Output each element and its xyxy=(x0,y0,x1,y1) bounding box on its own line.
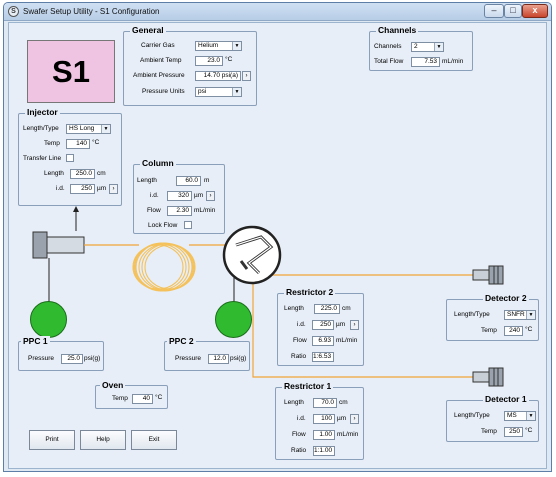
oven-temp-field[interactable]: 40 xyxy=(132,394,153,404)
detector-2-temp-field[interactable]: 240 xyxy=(504,326,523,336)
window-title: Swafer Setup Utility - S1 Configuration xyxy=(23,7,160,16)
detector-2-connector-icon xyxy=(472,265,504,285)
main-panel: S1 General Carrier Gas Helium ▼ Ambient T… xyxy=(8,22,547,469)
close-button[interactable]: x xyxy=(522,4,548,18)
ppc-1-title: PPC 1 xyxy=(21,336,50,346)
detector-1-temp-label: Temp xyxy=(481,428,497,435)
detector-1-length-type-value: MS xyxy=(507,412,517,419)
restrictor-2-id-field[interactable]: 250 xyxy=(312,320,334,330)
restrictor-1-length-unit: cm xyxy=(339,399,348,406)
restrictor-2-group: Restrictor 2 Length 225.0 cm i.d. 250 µm… xyxy=(277,287,364,366)
ppc-1-pressure-unit: psi(g) xyxy=(84,355,101,362)
chevron-down-icon: ▼ xyxy=(526,412,535,420)
detector-2-length-type-select[interactable]: SNFR ▼ xyxy=(504,310,536,320)
restrictor-1-title: Restrictor 1 xyxy=(282,381,334,391)
restrictor-2-ratio-label: Ratio xyxy=(291,353,307,360)
oven-group: Oven Temp 40 °C xyxy=(95,380,168,409)
detector-2-length-type-value: SNFR xyxy=(507,311,525,318)
restrictor-2-length-unit: cm xyxy=(342,305,351,312)
ppc-1-pressure-field[interactable]: 25.0 xyxy=(61,354,83,364)
restrictor-2-id-arrow-icon[interactable]: › xyxy=(350,320,359,330)
help-button[interactable]: Help xyxy=(80,430,126,450)
ppc-1-pressure-label: Pressure xyxy=(28,355,55,362)
title-bar: S Swafer Setup Utility - S1 Configuratio… xyxy=(4,3,551,21)
splitter-icon xyxy=(222,225,282,285)
oven-temp-label: Temp xyxy=(112,395,128,402)
restrictor-2-title: Restrictor 2 xyxy=(284,287,336,297)
detector-2-temp-unit: °C xyxy=(525,326,533,333)
restrictor-2-flow-label: Flow xyxy=(293,337,307,344)
restrictor-1-flow-field[interactable]: 1.00 xyxy=(313,430,335,440)
ppc-2-title: PPC 2 xyxy=(167,336,196,346)
detector-2-temp-label: Temp xyxy=(481,327,497,334)
detector-1-group: Detector 1 Length/Type MS ▼ Temp 250 °C xyxy=(446,394,539,442)
restrictor-2-id-label: i.d. xyxy=(297,321,306,328)
restrictor-1-id-arrow-icon[interactable]: › xyxy=(350,414,359,424)
detector-1-length-type-select[interactable]: MS ▼ xyxy=(504,411,536,421)
restrictor-1-id-label: i.d. xyxy=(297,415,306,422)
detector-2-title: Detector 2 xyxy=(483,293,529,303)
detector-2-length-type-label: Length/Type xyxy=(454,311,490,318)
restrictor-1-length-label: Length xyxy=(284,399,304,406)
restrictor-1-flow-label: Flow xyxy=(292,431,306,438)
restrictor-1-ratio-label: Ratio xyxy=(291,447,307,454)
exit-button[interactable]: Exit xyxy=(131,430,177,450)
chevron-down-icon: ▼ xyxy=(526,311,535,319)
app-window: S Swafer Setup Utility - S1 Configuratio… xyxy=(3,2,552,472)
detector-1-temp-unit: °C xyxy=(525,427,533,434)
ppc-1-group: PPC 1 Pressure 25.0 psi(g) xyxy=(18,336,104,371)
minimize-button[interactable]: – xyxy=(484,4,504,18)
detector-2-group: Detector 2 Length/Type SNFR ▼ Temp 240 °C xyxy=(446,293,539,341)
detector-1-temp-field[interactable]: 250 xyxy=(504,427,523,437)
restrictor-2-id-unit: µm xyxy=(336,321,346,328)
injector-port-icon xyxy=(32,231,85,259)
app-icon: S xyxy=(8,6,19,17)
restrictor-2-ratio-field: 1:6.53 xyxy=(312,352,334,362)
ppc-2-group: PPC 2 Pressure 12.0 psi(g) xyxy=(164,336,250,371)
oven-title: Oven xyxy=(100,380,126,390)
restrictor-2-flow-unit: mL/min xyxy=(336,337,358,344)
restrictor-1-id-field[interactable]: 100 xyxy=(313,414,335,424)
restrictor-1-id-unit: µm xyxy=(337,415,347,422)
restrictor-1-ratio-field: 1:1.00 xyxy=(313,446,335,456)
restrictor-1-flow-unit: mL/min xyxy=(337,431,359,438)
detector-1-length-type-label: Length/Type xyxy=(454,412,490,419)
ppc-2-pressure-unit: psi(g) xyxy=(230,355,247,362)
restrictor-2-flow-field[interactable]: 6.93 xyxy=(312,336,334,346)
restrictor-1-group: Restrictor 1 Length 70.0 cm i.d. 100 µm … xyxy=(275,381,364,460)
ppc-1-icon[interactable] xyxy=(30,301,67,338)
ppc-2-pressure-label: Pressure xyxy=(175,355,202,362)
restrictor-2-length-label: Length xyxy=(284,305,304,312)
detector-1-connector-icon xyxy=(472,367,504,387)
oven-temp-unit: °C xyxy=(155,394,163,401)
restrictor-2-length-field[interactable]: 225.0 xyxy=(314,304,340,314)
ppc-2-icon[interactable] xyxy=(215,301,252,338)
restrictor-1-length-field[interactable]: 70.0 xyxy=(313,398,337,408)
column-coil-icon xyxy=(132,242,196,292)
ppc-2-pressure-field[interactable]: 12.0 xyxy=(208,354,229,364)
detector-1-title: Detector 1 xyxy=(483,394,529,404)
maximize-button[interactable]: □ xyxy=(504,4,522,18)
print-button[interactable]: Print xyxy=(29,430,75,450)
